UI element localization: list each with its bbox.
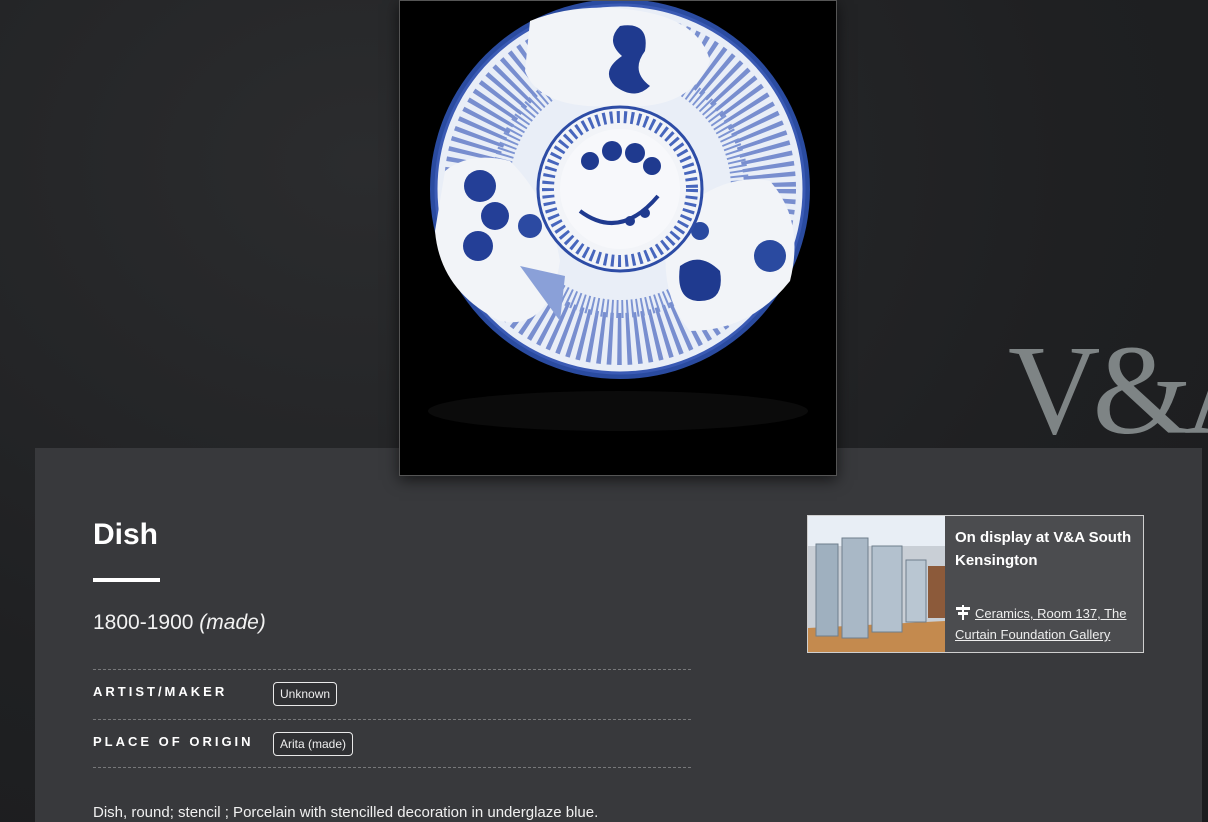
object-image[interactable] — [399, 0, 837, 476]
detail-row-origin: PLACE OF ORIGIN Arita (made) — [93, 719, 691, 768]
on-display-card[interactable]: On display at V&A South Kensington Ceram… — [807, 515, 1144, 653]
signpost-icon — [955, 604, 971, 625]
origin-tag[interactable]: Arita (made) — [273, 732, 354, 756]
object-title: Dish — [93, 518, 159, 551]
gallery-photo — [808, 516, 945, 652]
dish-illustration — [400, 1, 836, 475]
on-display-heading: On display at V&A South Kensington — [955, 529, 1132, 569]
detail-label: PLACE OF ORIGIN — [93, 734, 254, 749]
va-logo: V&A — [1008, 319, 1208, 461]
gallery-location-link[interactable]: Ceramics, Room 137, The Curtain Foundati… — [955, 606, 1127, 642]
gallery-thumbnail[interactable] — [808, 516, 945, 652]
object-description: Dish, round; stencil ; Porcelain with st… — [93, 804, 599, 821]
object-details-panel: Dish 1800-1900 (made) ARTIST/MAKER Unkno… — [35, 448, 1202, 822]
title-underline — [93, 578, 160, 582]
detail-label: ARTIST/MAKER — [93, 684, 228, 699]
object-date: 1800-1900 (made) — [93, 611, 266, 635]
detail-row-artist: ARTIST/MAKER Unknown — [93, 669, 691, 718]
date-range: 1800-1900 — [93, 611, 194, 634]
gallery-location: Ceramics, Room 137, The Curtain Foundati… — [955, 604, 1140, 644]
date-qualifier: (made) — [199, 611, 266, 634]
artist-tag[interactable]: Unknown — [273, 682, 338, 706]
